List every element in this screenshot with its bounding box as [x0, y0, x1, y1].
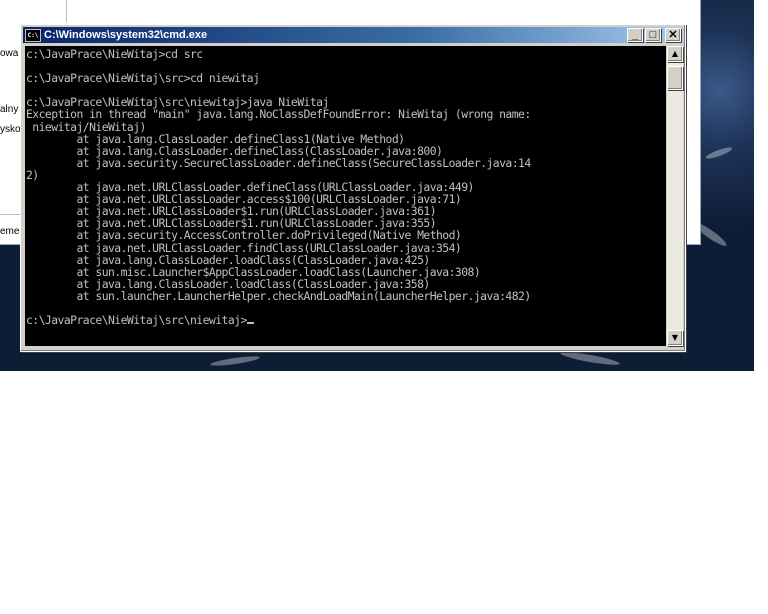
scroll-up-button[interactable]: ▲ — [667, 46, 683, 62]
minimize-button[interactable]: _ — [627, 28, 643, 42]
console-output[interactable]: c:\JavaPrace\NieWitaj>cd src c:\JavaPrac… — [25, 46, 666, 346]
command-prompt: c:\JavaPrace\NieWitaj\src\niewitaj> — [26, 313, 247, 328]
console-log: c:\JavaPrace\NieWitaj>cd src c:\JavaPrac… — [26, 47, 531, 303]
window-title: C:\Windows\system32\cmd.exe — [44, 29, 208, 41]
background-window-text: eme — [0, 226, 20, 237]
title-bar[interactable]: C:\ C:\Windows\system32\cmd.exe _ □ ✕ — [23, 27, 683, 43]
background-window-text: owa — [0, 48, 19, 59]
background-window-text: alny — [0, 104, 19, 115]
maximize-button[interactable]: □ — [645, 28, 661, 42]
desktop-wallpaper-detail — [704, 145, 734, 161]
divider — [0, 214, 22, 215]
console-text: c:\JavaPrace\NieWitaj>cd src c:\JavaPrac… — [25, 46, 666, 326]
close-button[interactable]: ✕ — [665, 28, 681, 42]
vertical-scrollbar[interactable]: ▲ ▼ — [667, 46, 683, 346]
scroll-thumb[interactable] — [667, 66, 683, 90]
cmd-window[interactable]: C:\ C:\Windows\system32\cmd.exe _ □ ✕ c:… — [20, 24, 686, 352]
desktop-wallpaper-detail — [209, 354, 261, 368]
background-window-text: ysko — [0, 124, 21, 135]
text-cursor — [246, 322, 254, 325]
cmd-icon[interactable]: C:\ — [25, 28, 41, 42]
divider — [66, 0, 67, 22]
desktop-wallpaper-detail — [559, 349, 621, 368]
scroll-down-button[interactable]: ▼ — [667, 330, 683, 346]
